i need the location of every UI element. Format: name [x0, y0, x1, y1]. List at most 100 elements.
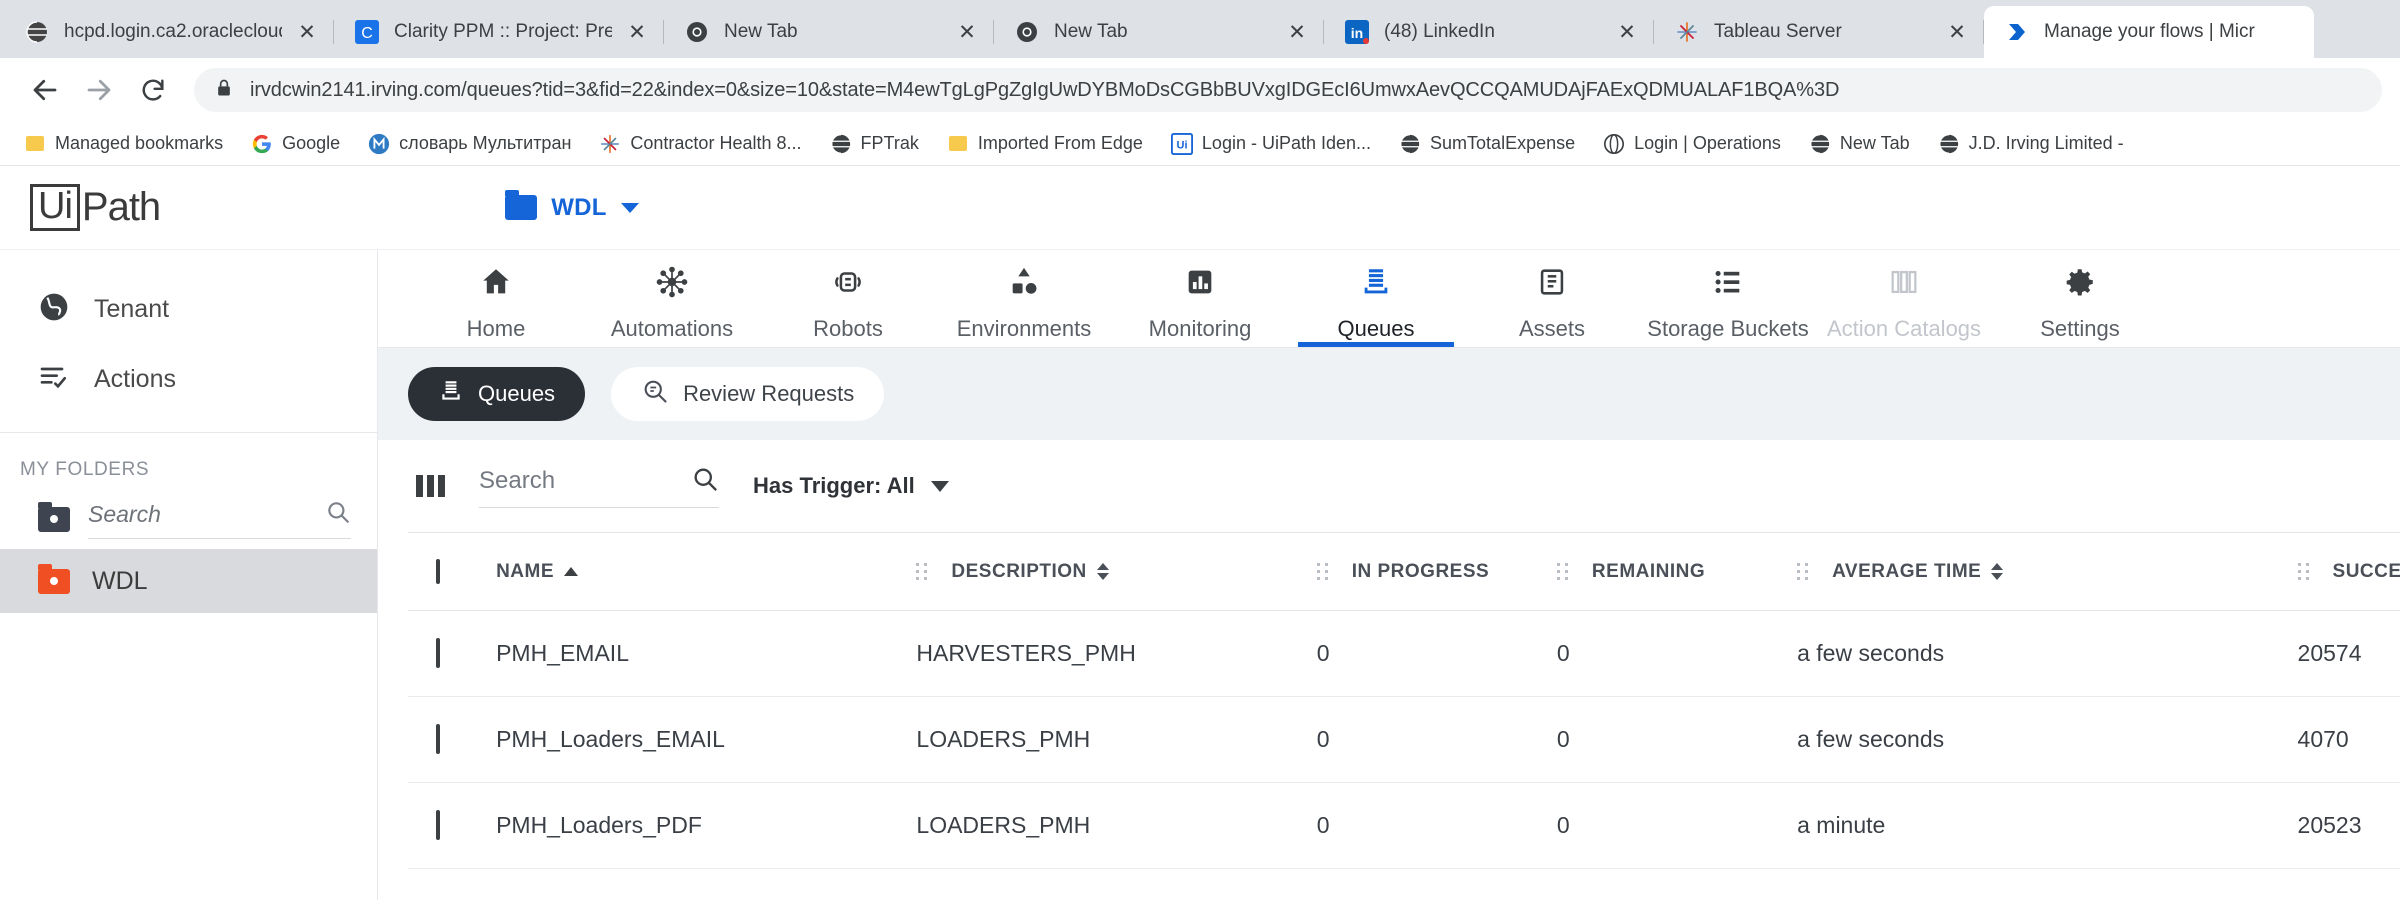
cell-successful: 20523 [2298, 783, 2400, 869]
tab-environments[interactable]: Environments [936, 255, 1112, 347]
sidebar-item-label: Actions [94, 365, 176, 394]
close-icon[interactable]: ✕ [956, 22, 978, 43]
bookmark-label: New Tab [1840, 133, 1910, 154]
search-input[interactable]: Search [479, 465, 719, 508]
browser-tab[interactable]: hcpd.login.ca2.oraclecloud ✕ [4, 6, 334, 58]
bookmark-item[interactable]: Google [241, 129, 350, 159]
table-header: NAME DESCRIPTION [408, 533, 2400, 611]
bookmark-item[interactable]: словарь Мультитран [358, 129, 581, 159]
address-bar-url: irvdcwin2141.irving.com/queues?tid=3&fid… [250, 79, 1839, 102]
browser-tab[interactable]: New Tab ✕ [664, 6, 994, 58]
sidebar-item-actions[interactable]: Actions [0, 344, 377, 414]
close-icon[interactable]: ✕ [296, 22, 318, 43]
sort-both-icon[interactable] [1097, 563, 1109, 580]
browser-tab-active[interactable]: Manage your flows | Micr [1984, 6, 2314, 58]
tab-label: Home [467, 316, 526, 342]
bookmark-item[interactable]: Contractor Health 8... [589, 129, 811, 159]
sidebar-folder-search[interactable]: Search [0, 489, 377, 549]
sidebar-folder-wdl[interactable]: WDL [0, 549, 377, 613]
search-icon[interactable] [691, 465, 719, 498]
table-row[interactable]: PMH_Loaders_EMAIL LOADERS_PMH 0 0 a few … [408, 697, 2400, 783]
tab-settings[interactable]: Settings [1992, 255, 2168, 347]
actions-list-icon [38, 361, 70, 398]
column-header-name[interactable]: NAME [496, 533, 916, 611]
column-resize-handle[interactable] [916, 563, 927, 580]
subtab-queues[interactable]: Queues [408, 367, 585, 421]
tab-home[interactable]: Home [408, 255, 584, 347]
table-row[interactable]: PMH_EMAIL HARVESTERS_PMH 0 0 a few secon… [408, 611, 2400, 697]
folder-selector[interactable]: WDL [505, 194, 639, 222]
cell-name[interactable]: PMH_Loaders_PDF [496, 783, 916, 869]
row-checkbox[interactable] [436, 810, 440, 840]
folder-icon [947, 133, 969, 155]
table-row[interactable]: PMH_Loaders_PDF LOADERS_PMH 0 0 a minute… [408, 783, 2400, 869]
back-arrow-icon[interactable] [18, 63, 72, 117]
column-label: DESCRIPTION [951, 561, 1086, 583]
tableau-icon [1674, 19, 1700, 45]
tab-robots[interactable]: Robots [760, 255, 936, 347]
row-checkbox[interactable] [436, 638, 440, 668]
cell-name[interactable]: PMH_EMAIL [496, 611, 916, 697]
close-icon[interactable]: ✕ [626, 22, 648, 43]
cell-description: LOADERS_PMH [916, 697, 1316, 783]
globe-icon [24, 19, 50, 45]
browser-tab[interactable]: New Tab ✕ [994, 6, 1324, 58]
folder-search-icon [38, 507, 70, 532]
queues-table-container: NAME DESCRIPTION [378, 532, 2400, 900]
table-header-row: NAME DESCRIPTION [408, 533, 2400, 611]
chevron-down-icon[interactable] [621, 203, 639, 213]
bookmark-item[interactable]: Ui Login - UiPath Iden... [1161, 129, 1381, 159]
column-resize-handle[interactable] [1797, 563, 1808, 580]
tab-queues[interactable]: Queues [1288, 255, 1464, 347]
sidebar-item-tenant[interactable]: Tenant [0, 274, 377, 344]
tab-monitoring[interactable]: Monitoring [1112, 255, 1288, 347]
close-icon[interactable]: ✕ [1616, 22, 1638, 43]
filter-bar: Search Has Trigger: All [378, 440, 2400, 532]
multitran-icon [368, 133, 390, 155]
sort-both-icon[interactable] [1991, 563, 2003, 580]
reload-icon[interactable] [126, 63, 180, 117]
bookmark-label: Login | Operations [1634, 133, 1781, 154]
forward-arrow-icon[interactable] [72, 63, 126, 117]
bookmark-item[interactable]: Managed bookmarks [14, 129, 233, 159]
cell-name[interactable]: PMH_Loaders_EMAIL [496, 697, 916, 783]
column-resize-handle[interactable] [1557, 563, 1568, 580]
select-all-checkbox[interactable] [436, 559, 440, 584]
bookmark-item[interactable]: Imported From Edge [937, 129, 1153, 159]
column-header-in-progress[interactable]: IN PROGRESS [1317, 533, 1557, 611]
automations-icon [655, 265, 689, 304]
tab-assets[interactable]: Assets [1464, 255, 1640, 347]
address-bar[interactable]: irvdcwin2141.irving.com/queues?tid=3&fid… [194, 68, 2382, 112]
column-header-average-time[interactable]: AVERAGE TIME [1797, 533, 2297, 611]
browser-tab[interactable]: C Clarity PPM :: Project: Prec ✕ [334, 6, 664, 58]
sort-asc-icon[interactable] [564, 567, 578, 576]
has-trigger-filter[interactable]: Has Trigger: All [753, 473, 949, 499]
tab-automations[interactable]: Automations [584, 255, 760, 347]
bookmark-item[interactable]: J.D. Irving Limited - [1928, 129, 2134, 159]
column-header-successful[interactable]: SUCCESSFUL [2298, 533, 2400, 611]
tab-action-catalogs[interactable]: Action Catalogs [1816, 255, 1992, 347]
bookmark-item[interactable]: SumTotalExpense [1389, 129, 1585, 159]
browser-tab[interactable]: in (48) LinkedIn ✕ [1324, 6, 1654, 58]
close-icon[interactable]: ✕ [1286, 22, 1308, 43]
search-icon[interactable] [325, 499, 351, 530]
column-header-description[interactable]: DESCRIPTION [916, 533, 1316, 611]
sidebar-search-placeholder: Search [88, 501, 161, 528]
bookmark-item[interactable]: New Tab [1799, 129, 1920, 159]
table-body: PMH_EMAIL HARVESTERS_PMH 0 0 a few secon… [408, 611, 2400, 869]
bookmark-item[interactable]: Login | Operations [1593, 129, 1791, 159]
close-icon[interactable]: ✕ [1946, 22, 1968, 43]
column-header-remaining[interactable]: REMAINING [1557, 533, 1797, 611]
bookmark-item[interactable]: FPTrak [820, 129, 929, 159]
chevron-down-icon[interactable] [931, 481, 949, 492]
row-checkbox[interactable] [436, 724, 440, 754]
browser-tab[interactable]: Tableau Server ✕ [1654, 6, 1984, 58]
queues-icon [1359, 265, 1393, 304]
bookmark-label: Managed bookmarks [55, 133, 223, 154]
column-resize-handle[interactable] [2298, 563, 2309, 580]
select-all-header [408, 533, 496, 611]
columns-icon[interactable] [416, 475, 445, 497]
subtab-review-requests[interactable]: Review Requests [611, 367, 884, 421]
tab-storage-buckets[interactable]: Storage Buckets [1640, 255, 1816, 347]
column-resize-handle[interactable] [1317, 563, 1328, 580]
